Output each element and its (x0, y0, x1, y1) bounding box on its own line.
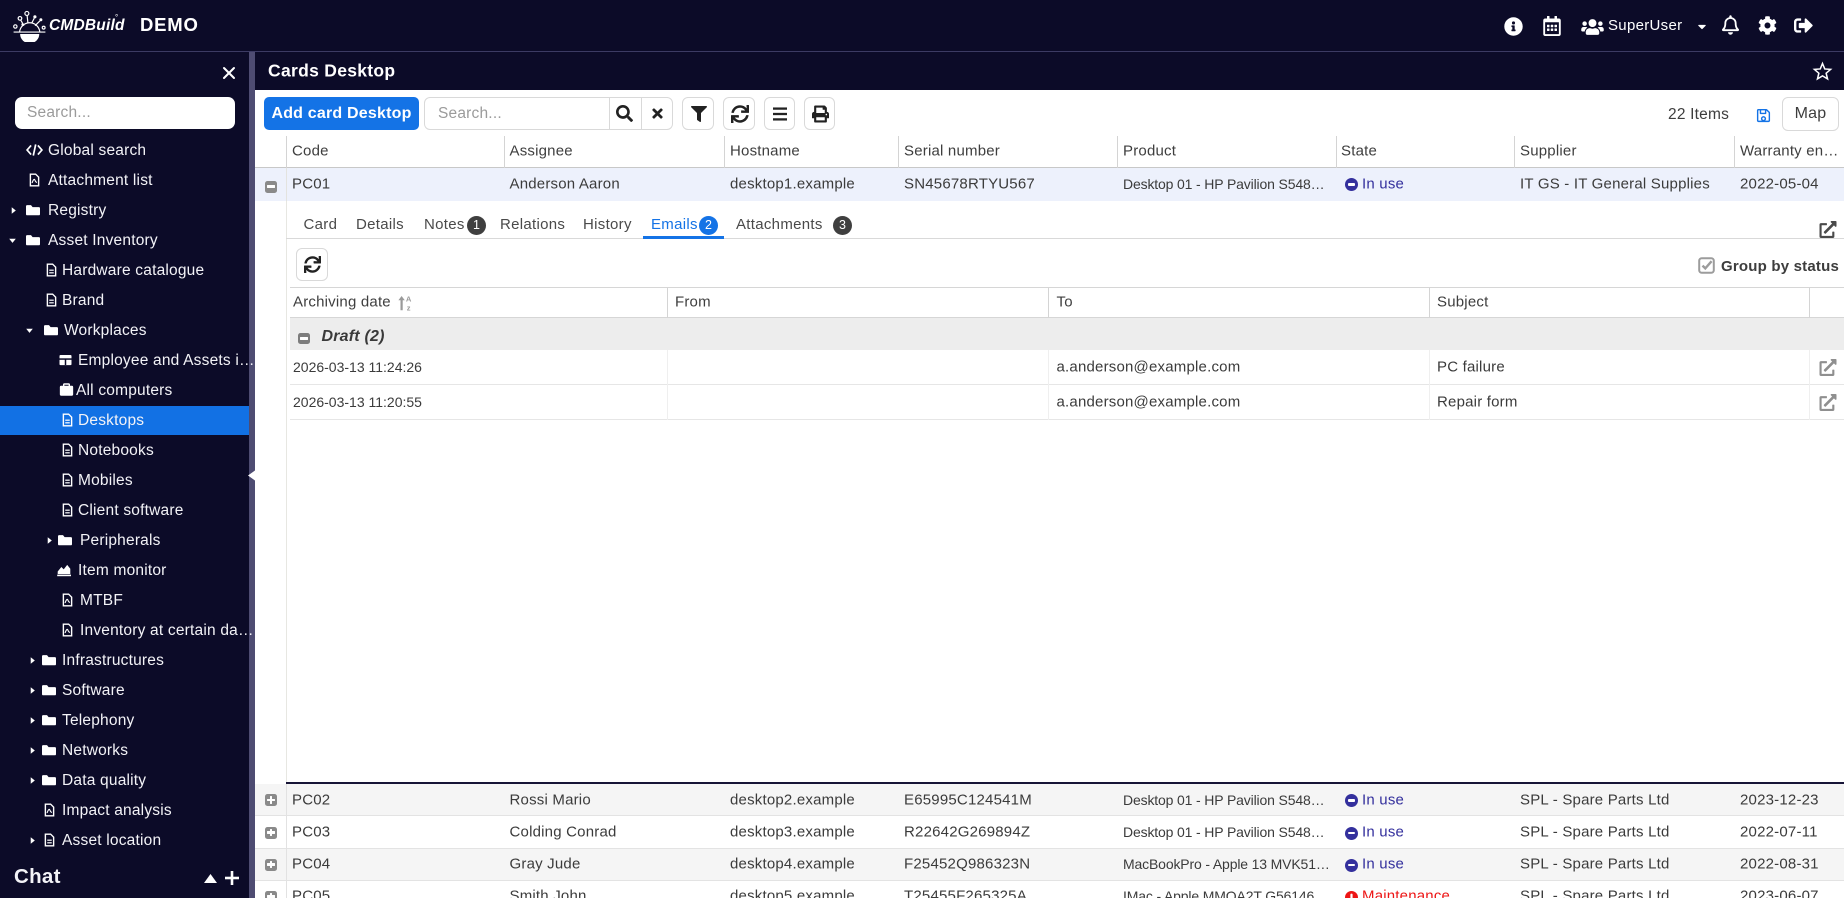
svg-text:z: z (407, 304, 411, 311)
svg-text:A: A (406, 295, 412, 304)
